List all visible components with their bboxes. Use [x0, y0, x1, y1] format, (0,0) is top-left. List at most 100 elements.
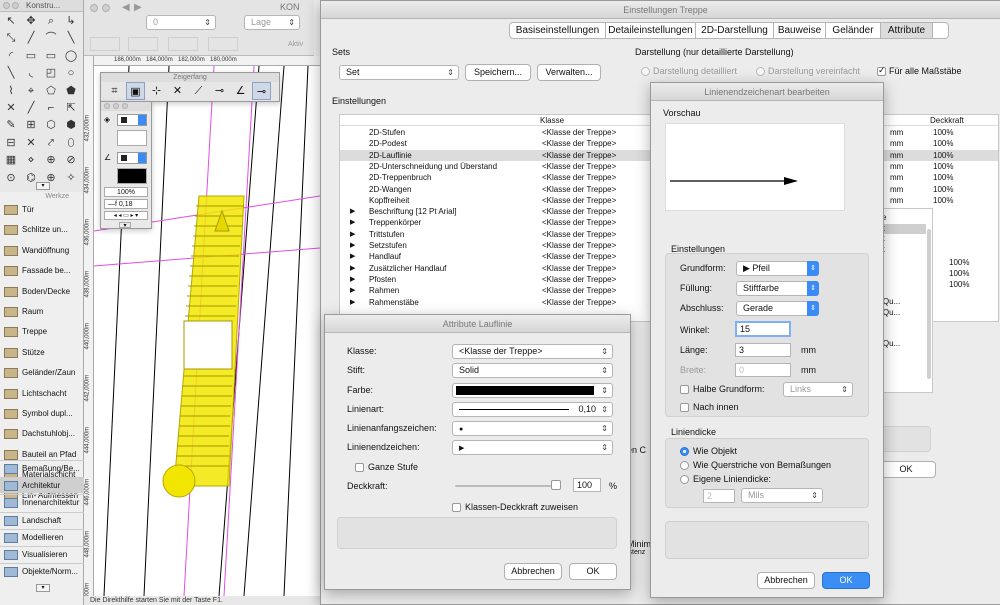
radio-detailed[interactable]: [641, 67, 650, 76]
ganze-stufe-checkbox[interactable]: [355, 463, 364, 472]
snap-mode-icon[interactable]: ∠: [231, 82, 250, 100]
construction-tool-icon[interactable]: ⌕: [42, 13, 60, 29]
attr-cancel-button[interactable]: Abbrechen: [504, 563, 562, 580]
breite-field[interactable]: 0: [735, 363, 791, 377]
opacity-field[interactable]: 100%: [104, 187, 148, 197]
tool-item[interactable]: Dachstuhlobj...: [0, 426, 84, 442]
stift-select[interactable]: Solid ⇕: [452, 363, 613, 378]
snap-mode-icon[interactable]: ▣: [126, 82, 145, 100]
pen-color-swatch[interactable]: [117, 152, 147, 164]
construction-tool-icon[interactable]: ╱: [22, 30, 40, 46]
all-scales-checkbox[interactable]: ✓: [877, 65, 886, 76]
set-select[interactable]: Set ⇕: [339, 65, 459, 80]
construction-tool-icon[interactable]: ╲: [2, 65, 20, 81]
snap-mode-icon[interactable]: ⌗: [105, 82, 124, 100]
construction-tool-icon[interactable]: ⊙: [2, 170, 20, 186]
tool-item[interactable]: Symbol dupl...: [0, 406, 84, 422]
palette-collapse-button[interactable]: ▾: [36, 182, 50, 190]
disclosure-triangle-icon[interactable]: ▶: [350, 263, 355, 274]
tool-item[interactable]: Lichtschacht: [0, 386, 84, 402]
construction-tool-icon[interactable]: ↳: [62, 13, 80, 29]
linienart-select[interactable]: 0,10 ⇕: [452, 402, 613, 417]
construction-tool-icon[interactable]: ✥: [22, 13, 40, 29]
laenge-field[interactable]: 3: [735, 343, 791, 357]
eigene-field[interactable]: 2: [703, 489, 735, 503]
construction-tool-icon[interactable]: ✕: [22, 135, 40, 151]
disclosure-triangle-icon[interactable]: ▶: [350, 240, 355, 251]
construction-tool-icon[interactable]: ⊟: [2, 135, 20, 151]
wie-objekt-radio[interactable]: [680, 447, 689, 456]
deckkraft-slider[interactable]: [455, 480, 561, 490]
halbe-grundform-checkbox[interactable]: [680, 385, 689, 394]
construction-tool-icon[interactable]: ⊘: [62, 152, 80, 168]
construction-tool-icon[interactable]: ⇱: [62, 100, 80, 116]
eigene-radio[interactable]: [680, 475, 689, 484]
snap-mode-icon[interactable]: ⊹: [147, 82, 166, 100]
tool-item[interactable]: Raum: [0, 304, 84, 320]
tool-set-item[interactable]: Objekte/Norm...: [0, 563, 84, 579]
farbe-select[interactable]: ⇕: [452, 383, 613, 398]
deckkraft-slider-thumb[interactable]: [551, 480, 561, 490]
winkel-field[interactable]: 15: [735, 321, 791, 337]
nach-innen-checkbox[interactable]: [680, 403, 689, 412]
eigene-unit-select[interactable]: Mils ⇕: [741, 488, 823, 503]
manage-set-button[interactable]: Verwalten...: [537, 64, 601, 81]
construction-tool-icon[interactable]: ○: [62, 65, 80, 81]
construction-tool-icon[interactable]: ⬢: [62, 117, 80, 133]
pen-icon[interactable]: ∠: [104, 153, 111, 162]
construction-tool-icon[interactable]: ◜: [2, 48, 20, 64]
snap-mode-icon[interactable]: ⊸: [252, 82, 271, 100]
abschluss-select[interactable]: Gerade ⇕: [736, 301, 819, 316]
construction-tool-icon[interactable]: ⋄: [22, 152, 40, 168]
fill-color-swatch[interactable]: [117, 114, 147, 126]
construction-tool-icon[interactable]: ⤡: [2, 30, 20, 46]
deckkraft-field[interactable]: 100: [573, 478, 601, 492]
grundform-select[interactable]: ▶ Pfeil ⇕: [736, 261, 819, 276]
tool-set-item[interactable]: Landschaft: [0, 511, 84, 528]
radio-simplified[interactable]: [756, 67, 765, 76]
klassen-deckkraft-checkbox[interactable]: [452, 503, 461, 512]
attr-ok-button[interactable]: OK: [569, 563, 617, 580]
endmark-cancel-button[interactable]: Abbrechen: [757, 572, 815, 589]
werkzeuge-collapse-button[interactable]: ▾: [36, 584, 50, 592]
construction-tool-icon[interactable]: ⊕: [42, 152, 60, 168]
tool-set-item[interactable]: Architektur: [0, 477, 84, 494]
construction-tool-icon[interactable]: ╲: [62, 30, 80, 46]
tool-set-item[interactable]: Modellieren: [0, 528, 84, 545]
tool-item[interactable]: Wandöffnung: [0, 243, 84, 259]
construction-tool-icon[interactable]: ⬯: [62, 135, 80, 151]
save-set-button[interactable]: Speichern...: [465, 64, 531, 81]
fuellung-select[interactable]: Stiftfarbe ⇕: [736, 281, 819, 296]
klasse-select[interactable]: <Klasse der Treppe> ⇕: [452, 344, 613, 359]
fill-bucket-icon[interactable]: ◈: [104, 115, 110, 124]
tab-0[interactable]: Basiseinstellungen: [510, 23, 606, 38]
tool-set-item[interactable]: Bemaßung/Be...: [0, 460, 84, 476]
construction-tool-icon[interactable]: ⌇: [2, 83, 20, 99]
construction-tool-icon[interactable]: ▦: [2, 152, 20, 168]
disclosure-triangle-icon[interactable]: ▶: [350, 274, 355, 285]
wie-quer-radio[interactable]: [680, 461, 689, 470]
halbe-grundform-select[interactable]: Links ⇕: [783, 382, 853, 397]
construction-tool-icon[interactable]: ▭: [42, 48, 60, 64]
construction-tool-icon[interactable]: ⌐: [42, 100, 60, 116]
disclosure-triangle-icon[interactable]: ▶: [350, 285, 355, 296]
construction-tool-icon[interactable]: ↖: [2, 13, 20, 29]
construction-tool-icon[interactable]: ◟: [22, 65, 40, 81]
snap-mode-icon[interactable]: ✕: [168, 82, 187, 100]
tab-2[interactable]: 2D-Darstellung: [696, 23, 774, 38]
tool-item[interactable]: Schlitze un...: [0, 222, 84, 238]
construction-tool-icon[interactable]: ▭: [22, 48, 40, 64]
construction-tool-icon[interactable]: ✧: [62, 170, 80, 186]
palette-collapse[interactable]: ▾: [119, 222, 131, 229]
construction-tool-icon[interactable]: ⌒: [42, 30, 60, 46]
back-icon[interactable]: ◀: [122, 2, 130, 13]
construction-tool-icon[interactable]: ╱: [22, 100, 40, 116]
tool-item[interactable]: Boden/Decke: [0, 284, 84, 300]
tab-3[interactable]: Bauweise: [774, 23, 826, 38]
construction-tool-icon[interactable]: ⊞: [22, 117, 40, 133]
tab-5[interactable]: Attribute: [881, 23, 933, 38]
tool-item[interactable]: Treppe: [0, 324, 84, 340]
line-style-selector[interactable]: ◂ ◂ ▭ ▸ ▾: [104, 211, 148, 220]
snap-mode-icon[interactable]: ⟋: [189, 82, 208, 100]
construction-tool-icon[interactable]: ⬠: [42, 83, 60, 99]
